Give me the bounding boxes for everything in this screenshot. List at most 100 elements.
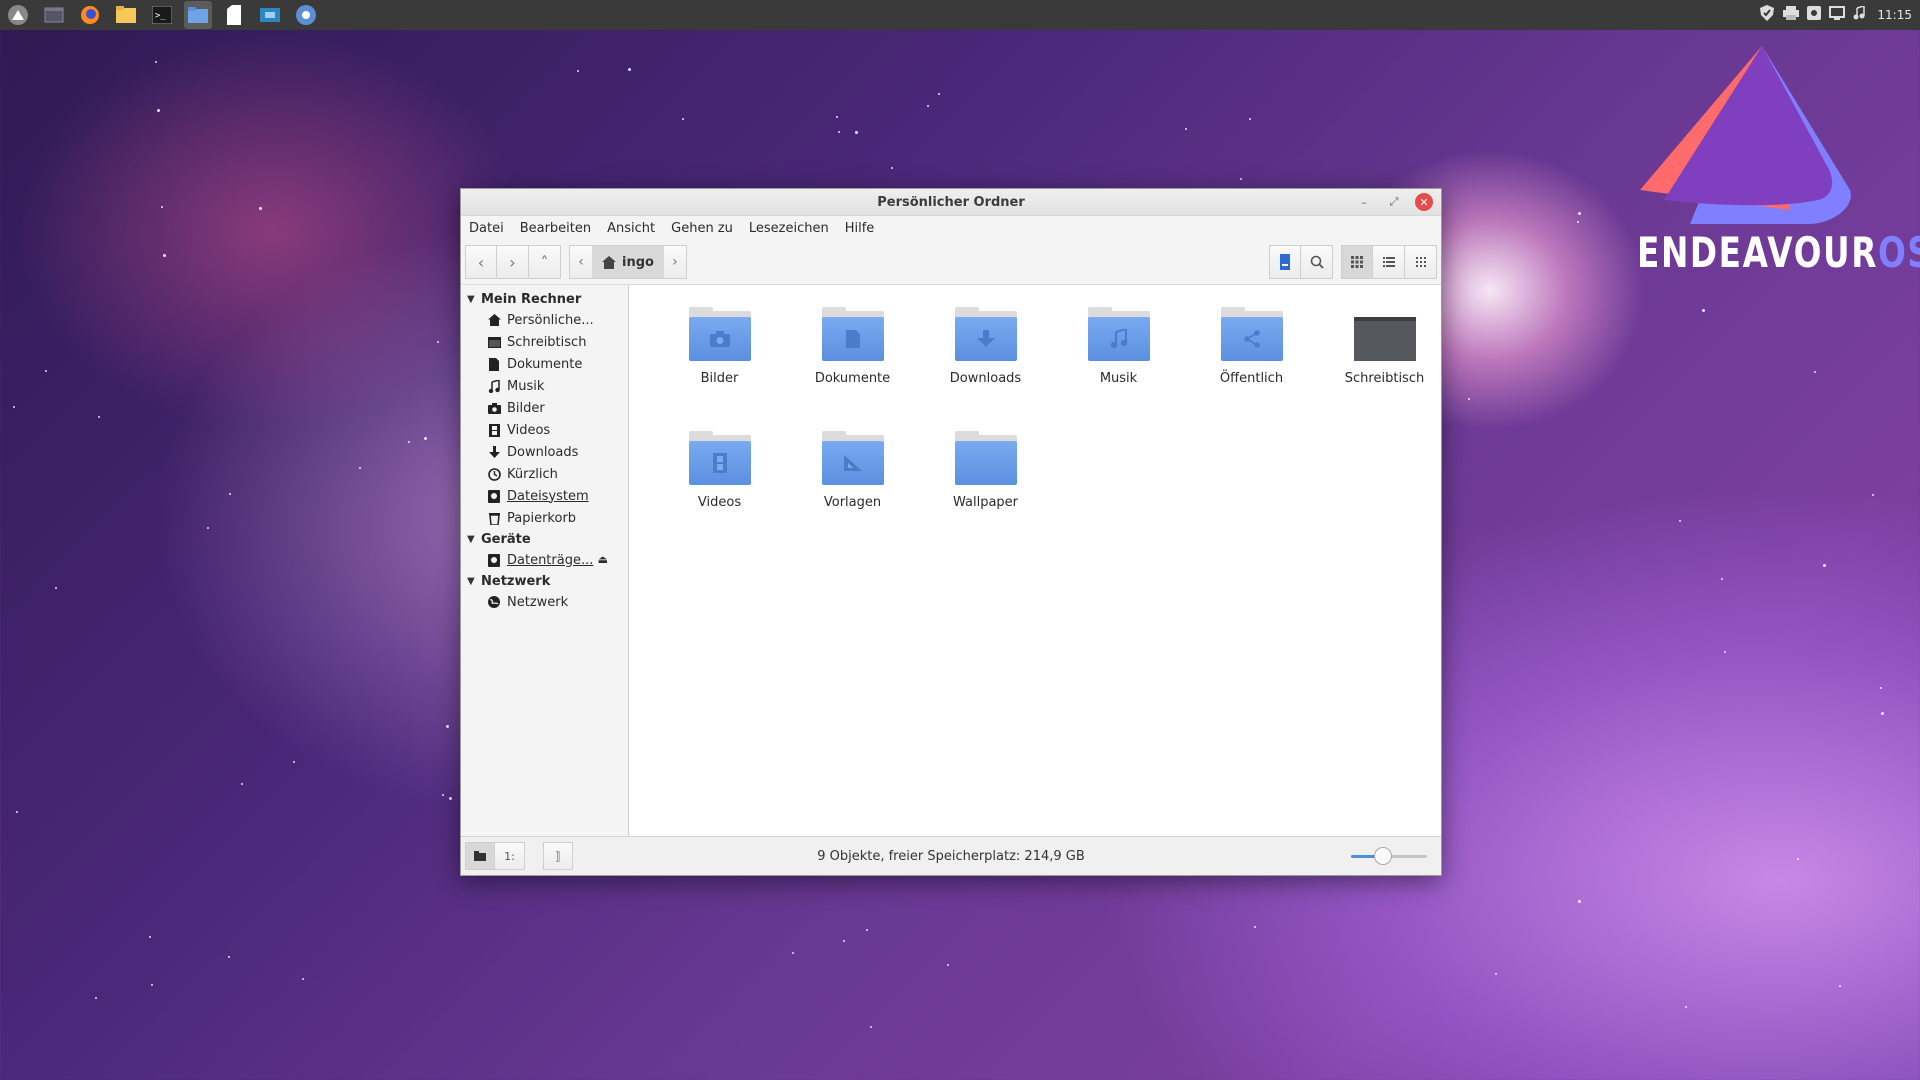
sidebar-item-videos[interactable]: Videos	[461, 419, 628, 441]
list-icon	[1382, 257, 1395, 267]
star	[1685, 1006, 1687, 1008]
folder-icon	[954, 307, 1017, 361]
star	[1254, 926, 1256, 928]
star	[437, 341, 439, 343]
file-item-wallpaper[interactable]: Wallpaper	[919, 425, 1052, 549]
file-item-vorlagen[interactable]: Vorlagen	[786, 425, 919, 549]
sidebar-item-bilder[interactable]: Bilder	[461, 397, 628, 419]
menu-gehen-zu[interactable]: Gehen zu	[671, 219, 733, 238]
folder-icon	[1087, 307, 1150, 361]
endeavouros-icon[interactable]	[4, 1, 32, 29]
chromium-icon[interactable]	[292, 1, 320, 29]
location-toggle-button[interactable]	[1269, 245, 1301, 279]
star	[408, 441, 410, 443]
file-item-dokumente[interactable]: Dokumente	[786, 301, 919, 425]
screenshot-icon[interactable]	[256, 1, 284, 29]
file-name: Schreibtisch	[1344, 371, 1425, 386]
star	[293, 761, 295, 763]
file-item-oeffentlich[interactable]: Öffentlich	[1185, 301, 1318, 425]
zoom-slider-handle[interactable]	[1373, 847, 1392, 865]
clock[interactable]: 11:15	[1877, 8, 1912, 22]
sidebar: ▼ Mein Rechner Persönliche... Schreibtis…	[461, 285, 629, 837]
file-item-schreibtisch[interactable]: Schreibtisch	[1318, 301, 1451, 425]
title-bar[interactable]: Persönlicher Ordner – ⤢ ✕	[461, 189, 1441, 216]
paper-icon[interactable]	[220, 1, 248, 29]
star	[628, 68, 631, 71]
sidebar-item-musik[interactable]: Musik	[461, 375, 628, 397]
sidebar-section-geraete[interactable]: ▼ Geräte	[461, 529, 628, 549]
terminal-icon[interactable]: >_	[148, 1, 176, 29]
file-name: Bilder	[700, 371, 739, 386]
printer-icon[interactable]	[1783, 6, 1800, 24]
music-icon[interactable]	[1853, 5, 1866, 24]
trash-icon	[487, 511, 501, 525]
sidebar-item-papierkorb[interactable]: Papierkorb	[461, 507, 628, 529]
star	[1185, 128, 1187, 130]
sidebar-item-kuerzlich[interactable]: Kürzlich	[461, 463, 628, 485]
file-manager-icon[interactable]	[112, 1, 140, 29]
show-places-button[interactable]	[465, 842, 495, 870]
file-name: Musik	[1099, 371, 1138, 386]
star	[891, 167, 893, 169]
up-button[interactable]: ˄	[529, 245, 561, 279]
chevron-left-icon: ‹	[477, 252, 485, 272]
file-item-bilder[interactable]: Bilder	[653, 301, 786, 425]
maximize-button[interactable]: ⤢	[1385, 193, 1403, 211]
file-item-downloads[interactable]: Downloads	[919, 301, 1052, 425]
file-name: Videos	[697, 495, 742, 510]
firefox-icon[interactable]	[76, 1, 104, 29]
breadcrumb-left-button[interactable]: ‹	[570, 246, 592, 278]
document-icon	[487, 357, 501, 371]
star	[927, 105, 929, 107]
back-button[interactable]: ‹	[465, 245, 497, 279]
sidebar-item-dokumente[interactable]: Dokumente	[461, 353, 628, 375]
menu-hilfe[interactable]: Hilfe	[845, 219, 875, 238]
location-icon	[1280, 254, 1290, 270]
menu-ansicht[interactable]: Ansicht	[607, 219, 655, 238]
status-text: 9 Objekte, freier Speicherplatz: 214,9 G…	[817, 848, 1085, 864]
compact-view-button[interactable]	[1405, 245, 1437, 279]
menu-bearbeiten[interactable]: Bearbeiten	[520, 219, 591, 238]
file-item-musik[interactable]: Musik	[1052, 301, 1185, 425]
file-item-videos[interactable]: Videos	[653, 425, 786, 549]
file-view[interactable]: Bilder Dokumente Downloads Musik Öffentl…	[629, 285, 1441, 837]
shield-icon[interactable]	[1759, 4, 1775, 26]
search-icon	[1310, 255, 1324, 269]
sidebar-item-netzwerk[interactable]: Netzwerk	[461, 591, 628, 613]
sidebar-section-mein-rechner[interactable]: ▼ Mein Rechner	[461, 289, 628, 309]
breadcrumb-right-button[interactable]: ›	[664, 246, 686, 278]
sidebar-item-dateisystem[interactable]: Dateisystem	[461, 485, 628, 507]
star	[1881, 712, 1884, 715]
sidebar-item-schreibtisch[interactable]: Schreibtisch	[461, 331, 628, 353]
star	[1839, 985, 1841, 987]
display-icon[interactable]	[1829, 6, 1846, 24]
zoom-slider[interactable]	[1351, 847, 1427, 865]
sidebar-item-downloads[interactable]: Downloads	[461, 441, 628, 463]
star	[424, 437, 427, 440]
download-icon	[976, 330, 995, 347]
breadcrumb-home[interactable]: ingo	[592, 246, 664, 278]
eject-icon[interactable]: ⏏	[598, 553, 608, 566]
drive-icon[interactable]	[1807, 6, 1822, 24]
menu-lesezeichen[interactable]: Lesezeichen	[749, 219, 829, 238]
star	[259, 207, 262, 210]
forward-button[interactable]: ›	[497, 245, 529, 279]
file-name: Downloads	[949, 371, 1022, 386]
list-view-button[interactable]	[1373, 245, 1405, 279]
star	[792, 952, 794, 954]
folder-icon[interactable]	[184, 1, 212, 29]
window-icon[interactable]	[40, 1, 68, 29]
menu-datei[interactable]: Datei	[469, 219, 504, 238]
camera-icon	[487, 401, 501, 415]
search-button[interactable]	[1301, 245, 1333, 279]
sidebar-section-netzwerk[interactable]: ▼ Netzwerk	[461, 571, 628, 591]
icon-view-button[interactable]	[1341, 245, 1373, 279]
minimize-button[interactable]: –	[1355, 193, 1373, 211]
hide-sidebar-button[interactable]: ⟧	[543, 842, 573, 870]
sidebar-item-home[interactable]: Persönliche...	[461, 309, 628, 331]
sidebar-toggle-icon: ⟧	[555, 849, 561, 863]
close-button[interactable]: ✕	[1415, 193, 1433, 211]
sidebar-item-datentraeger[interactable]: Datenträge... ⏏	[461, 549, 628, 571]
star	[241, 783, 243, 785]
show-tree-button[interactable]: 1:	[495, 842, 525, 870]
